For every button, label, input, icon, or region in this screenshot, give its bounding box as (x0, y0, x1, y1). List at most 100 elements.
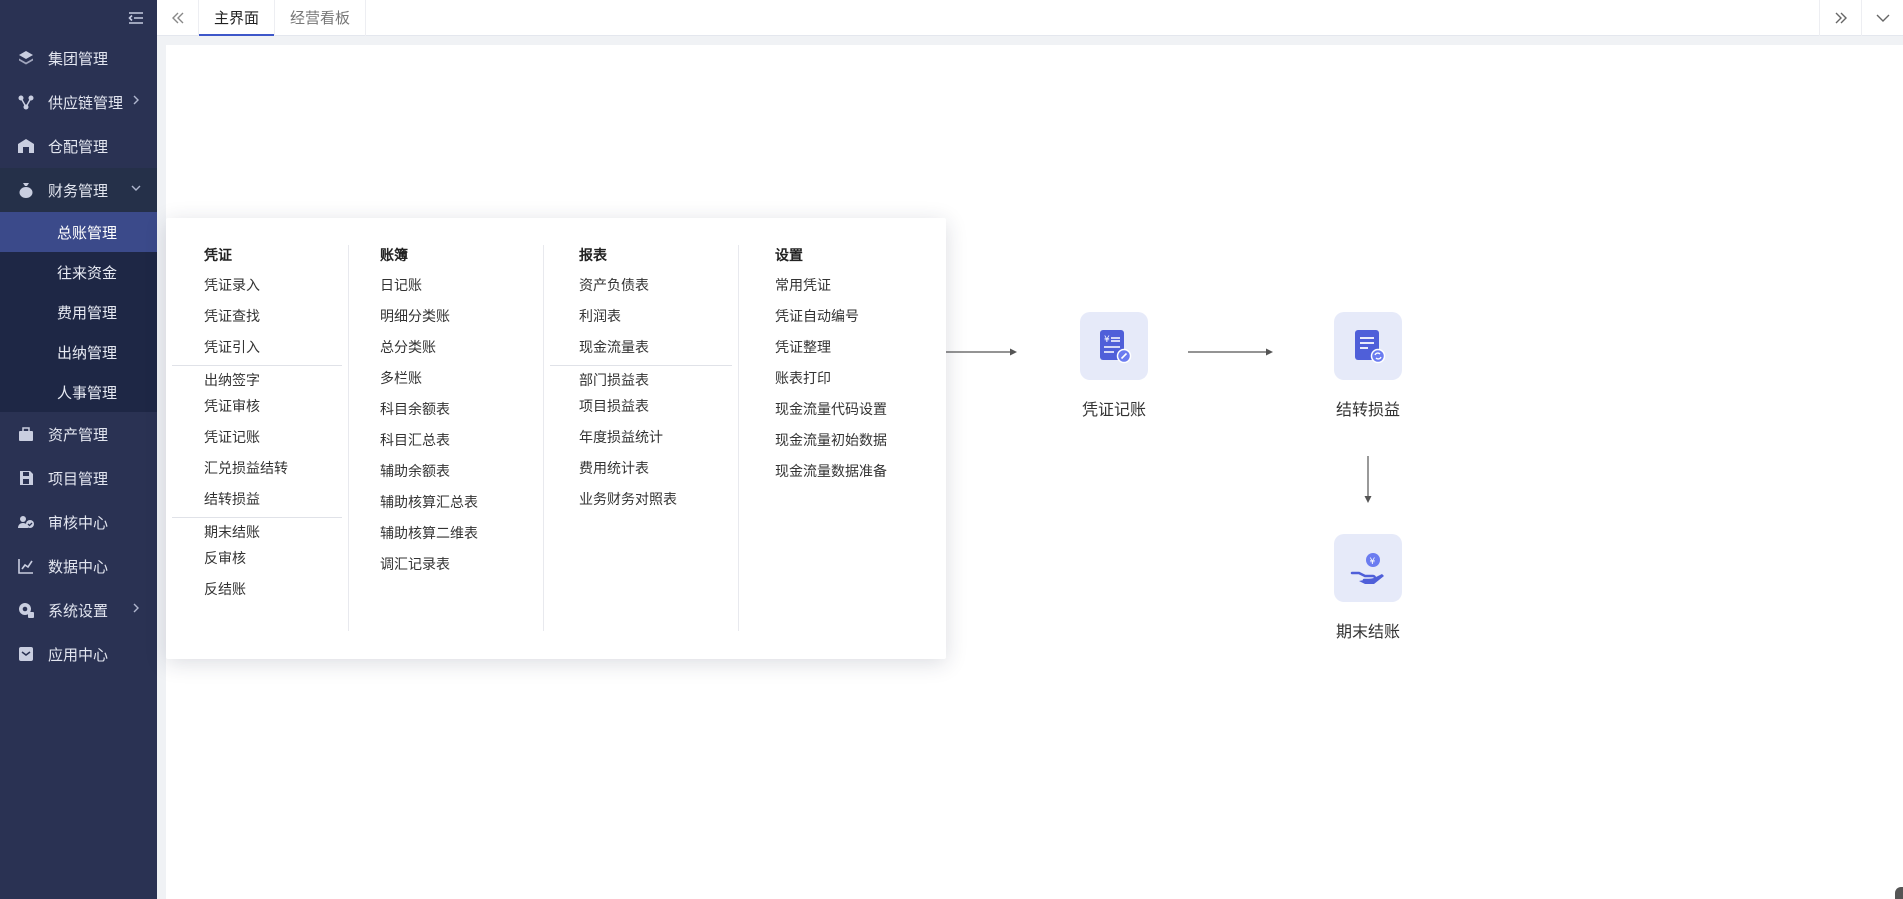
flow-node-tile: ¥ (1080, 312, 1148, 380)
flow-arrow-into-voucher-posting (946, 348, 1017, 356)
menu-link[interactable]: 资产负债表 (544, 276, 738, 307)
chart-icon (18, 559, 33, 574)
menu-link[interactable]: 凭证录入 (166, 276, 348, 307)
menu-link[interactable]: 科目汇总表 (349, 431, 543, 462)
carryover-icon (1355, 330, 1386, 364)
menu-link[interactable]: 多栏账 (349, 369, 543, 400)
sidebar-item-assets[interactable]: 资产管理 (0, 412, 157, 456)
menu-link[interactable]: 常用凭证 (739, 276, 946, 307)
sidebar-item-finance[interactable]: 财务管理 (0, 168, 157, 212)
menu-link[interactable]: 现金流量数据准备 (739, 462, 946, 493)
money-bag-icon (19, 183, 33, 198)
sidebar-item-data[interactable]: 数据中心 (0, 544, 157, 588)
menu-column-reports: 报表 资产负债表 利润表 现金流量表 部门损益表 项目损益表 年度损益统计 费用… (544, 245, 739, 631)
app-icon (19, 647, 33, 661)
submenu-hr[interactable]: 人事管理 (0, 372, 157, 412)
menu-link[interactable]: 辅助核算二维表 (349, 524, 543, 555)
menu-link[interactable]: 凭证自动编号 (739, 307, 946, 338)
sidebar-item-supply-chain[interactable]: 供应链管理 (0, 80, 157, 124)
menu-link[interactable]: 日记账 (349, 276, 543, 307)
voucher-posting-icon: ¥ (1100, 330, 1132, 364)
menu-link[interactable]: 明细分类账 (349, 307, 543, 338)
menu-link[interactable]: 反审核 (166, 549, 348, 580)
flow-node-tile (1334, 312, 1402, 380)
menu-link[interactable]: 期末结账 (172, 517, 342, 549)
menu-link[interactable]: 反结账 (166, 580, 348, 611)
menu-link[interactable]: 辅助核算汇总表 (349, 493, 543, 524)
menu-link[interactable]: 部门损益表 (550, 365, 732, 397)
sidebar-item-label: 财务管理 (48, 181, 109, 200)
double-chevron-right-icon (1835, 12, 1847, 24)
svg-text:¥: ¥ (1370, 557, 1376, 567)
corner-handle (1895, 887, 1903, 899)
menu-column-books: 账簿 日记账 明细分类账 总分类账 多栏账 科目余额表 科目汇总表 辅助余额表 … (349, 245, 544, 631)
audit-icon (18, 516, 34, 528)
sidebar: 集团管理 供应链管理 仓配管理 财务管理 总账管理 往来资金 费用管理 出纳管理… (0, 0, 157, 899)
sidebar-item-audit[interactable]: 审核中心 (0, 500, 157, 544)
menu-link[interactable]: 科目余额表 (349, 400, 543, 431)
submenu-cashier[interactable]: 出纳管理 (0, 332, 157, 372)
menu-link[interactable]: 凭证查找 (166, 307, 348, 338)
flow-node-period-close[interactable]: ¥ 期末结账 (1308, 534, 1428, 642)
sidebar-item-label: 集团管理 (48, 49, 109, 68)
menu-link[interactable]: 凭证记账 (166, 428, 348, 459)
svg-text:¥: ¥ (1104, 335, 1110, 345)
flow-node-voucher-posting[interactable]: ¥ 凭证记账 (1054, 312, 1174, 420)
sidebar-item-projects[interactable]: 项目管理 (0, 456, 157, 500)
menu-link[interactable]: 现金流量初始数据 (739, 431, 946, 462)
sidebar-item-group[interactable]: 集团管理 (0, 36, 157, 80)
menu-link[interactable]: 账表打印 (739, 369, 946, 400)
menu-link[interactable]: 年度损益统计 (544, 428, 738, 459)
menu-link[interactable]: 现金流量代码设置 (739, 400, 946, 431)
menu-link[interactable]: 出纳签字 (172, 365, 342, 397)
menu-link[interactable]: 业务财务对照表 (544, 490, 738, 521)
sidebar-item-label: 项目管理 (48, 469, 109, 488)
menu-link[interactable]: 调汇记录表 (349, 555, 543, 586)
menu-link[interactable]: 凭证整理 (739, 338, 946, 369)
menu-link[interactable]: 费用统计表 (544, 459, 738, 490)
sidebar-item-label: 审核中心 (48, 513, 109, 532)
flow-arrow-to-carryover (1188, 348, 1273, 356)
submenu-ledger[interactable]: 总账管理 (0, 212, 157, 252)
chevron-down-icon (1876, 14, 1890, 22)
menu-column-title: 账簿 (380, 248, 408, 264)
chevron-right-icon (133, 95, 139, 105)
tab-scroll-right-button[interactable] (1819, 0, 1861, 36)
menu-column-title: 报表 (579, 248, 607, 264)
finance-submenu: 总账管理 往来资金 费用管理 出纳管理 人事管理 (0, 212, 157, 412)
double-chevron-left-icon (172, 12, 184, 24)
sidebar-item-settings[interactable]: 系统设置 (0, 588, 157, 632)
menu-link[interactable]: 项目损益表 (544, 397, 738, 428)
period-close-icon: ¥ (1350, 553, 1384, 584)
menu-column-voucher: 凭证 凭证录入 凭证查找 凭证引入 出纳签字 凭证审核 凭证记账 汇兑损益结转 … (166, 245, 349, 631)
sidebar-item-warehouse[interactable]: 仓配管理 (0, 124, 157, 168)
warehouse-icon (18, 139, 34, 153)
menu-collapse-icon[interactable] (127, 9, 145, 27)
menu-link[interactable]: 辅助余额表 (349, 462, 543, 493)
tab-scroll-left-button[interactable] (157, 0, 199, 36)
chevron-down-icon (131, 185, 141, 191)
menu-column-title: 设置 (775, 248, 803, 264)
chevron-right-icon (133, 603, 139, 613)
flow-node-carryover[interactable]: 结转损益 (1308, 312, 1428, 420)
tab-more-button[interactable] (1861, 0, 1903, 36)
flow-node-label: 结转损益 (1335, 400, 1400, 419)
sidebar-item-label: 供应链管理 (48, 93, 124, 112)
flow-node-label: 凭证记账 (1081, 400, 1146, 419)
sidebar-item-label: 系统设置 (48, 601, 109, 620)
submenu-receivables[interactable]: 往来资金 (0, 252, 157, 292)
tab-home[interactable]: 主界面 (199, 0, 275, 36)
menu-link[interactable]: 汇兑损益结转 (166, 459, 348, 490)
menu-link[interactable]: 凭证审核 (166, 397, 348, 428)
sidebar-item-label: 数据中心 (48, 557, 109, 576)
tab-dashboard[interactable]: 经营看板 (274, 0, 367, 36)
flow-node-tile: ¥ (1334, 534, 1402, 602)
flow-node-label: 期末结账 (1335, 622, 1400, 641)
menu-link[interactable]: 利润表 (544, 307, 738, 338)
submenu-expenses[interactable]: 费用管理 (0, 292, 157, 332)
menu-column-settings: 设置 常用凭证 凭证自动编号 凭证整理 账表打印 现金流量代码设置 现金流量初始… (739, 245, 946, 631)
sidebar-item-label: 资产管理 (48, 425, 109, 444)
menu-link[interactable]: 总分类账 (349, 338, 543, 369)
sidebar-item-apps[interactable]: 应用中心 (0, 632, 157, 676)
sidebar-header (0, 0, 157, 36)
